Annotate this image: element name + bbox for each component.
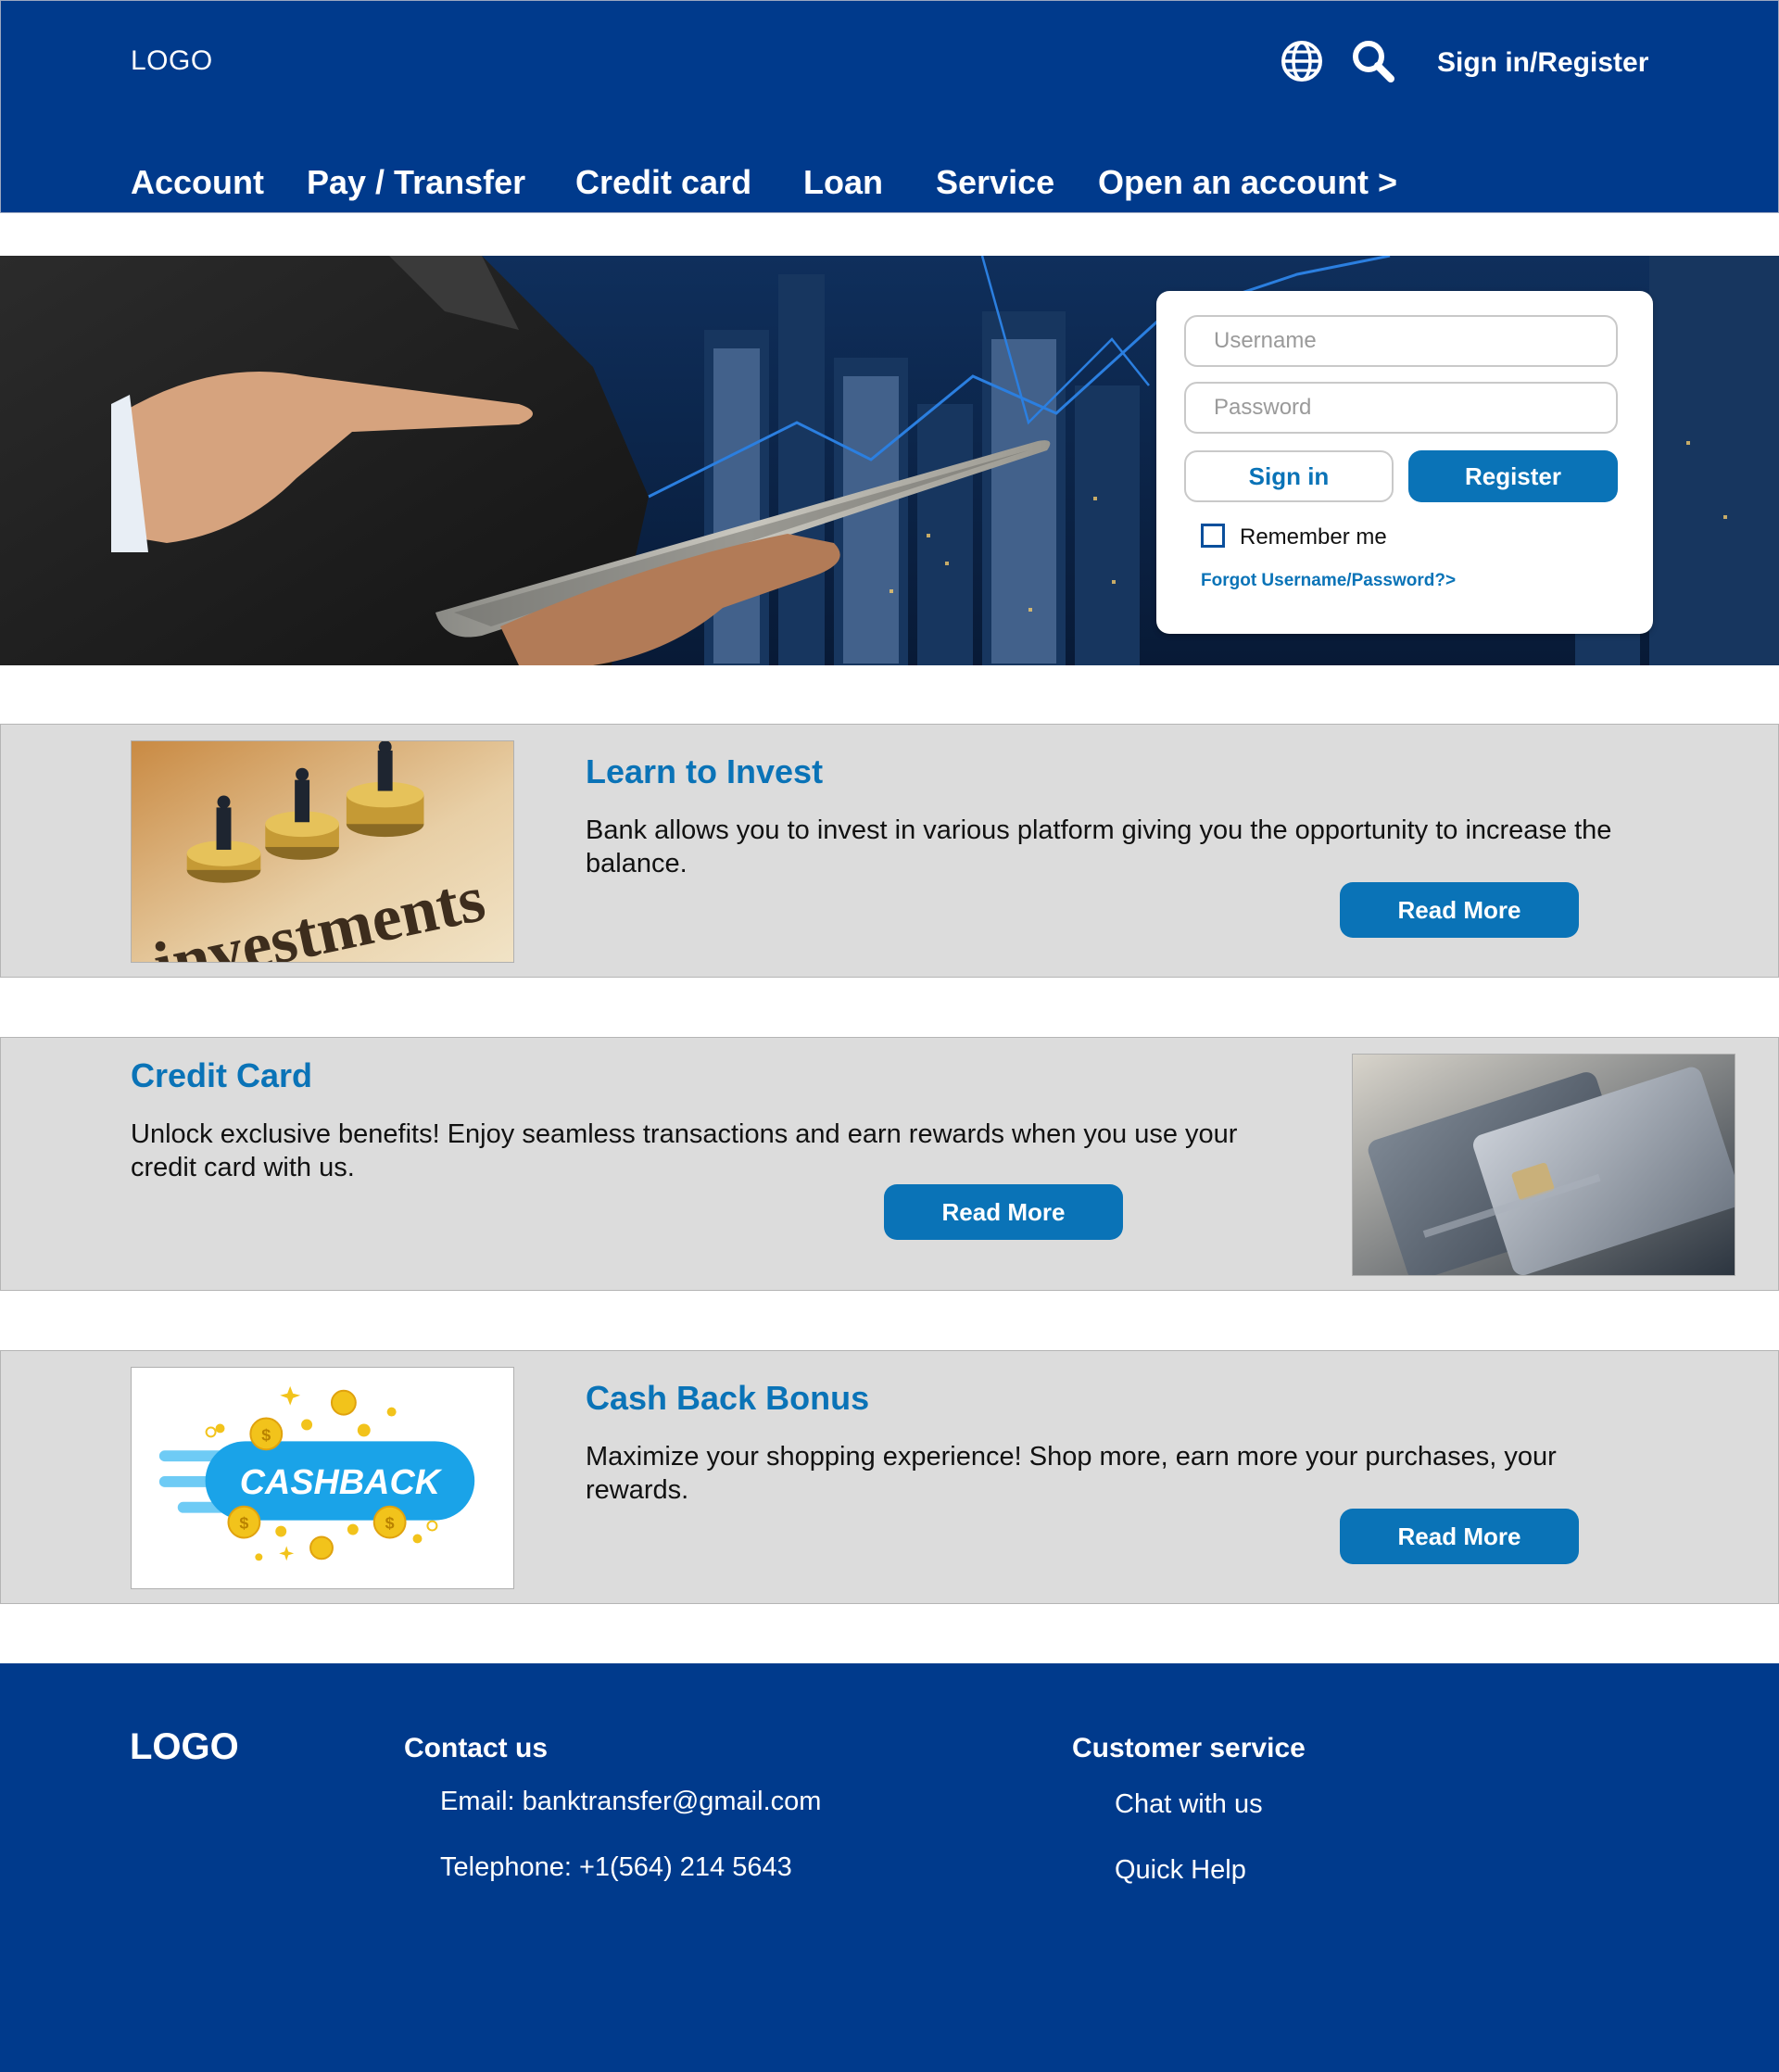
nav-item-account[interactable]: Account xyxy=(131,163,264,202)
promo-title: Cash Back Bonus xyxy=(586,1379,870,1417)
nav-item-open-account[interactable]: Open an account > xyxy=(1098,163,1397,202)
login-card: Sign in Register Remember me Forgot User… xyxy=(1156,291,1653,634)
promo-learn-to-invest: investments Learn to Invest Bank allows … xyxy=(0,724,1779,978)
nav-item-service[interactable]: Service xyxy=(936,163,1054,202)
forgot-credentials-link[interactable]: Forgot Username/Password?> xyxy=(1201,571,1456,591)
site-header: LOGO Sign in/Register Account Pay / Tran… xyxy=(0,0,1779,213)
read-more-button[interactable]: Read More xyxy=(884,1184,1123,1240)
promo-cash-back-bonus: CASHBACK $ $ $ Cash Back Bonus Maximize … xyxy=(0,1350,1779,1604)
promo-credit-card: Credit Card Unlock exclusive benefits! E… xyxy=(0,1037,1779,1291)
globe-icon[interactable] xyxy=(1281,40,1323,82)
nav-item-pay-transfer[interactable]: Pay / Transfer xyxy=(307,163,525,202)
header-logo[interactable]: LOGO xyxy=(131,45,213,77)
promo-title: Credit Card xyxy=(131,1056,313,1094)
read-more-button[interactable]: Read More xyxy=(1340,882,1579,938)
nav-item-credit-card[interactable]: Credit card xyxy=(575,163,751,202)
read-more-button[interactable]: Read More xyxy=(1340,1509,1579,1564)
site-footer: LOGO Contact us Email: banktransfer@gmai… xyxy=(0,1663,1779,2072)
password-field[interactable] xyxy=(1184,382,1618,434)
cashback-wordmark: CASHBACK xyxy=(240,1462,443,1501)
contact-email: Email: banktransfer@gmail.com xyxy=(440,1787,822,1816)
nav-item-loan[interactable]: Loan xyxy=(803,163,883,202)
promo-description: Bank allows you to invest in various pla… xyxy=(586,815,1612,878)
promo-description: Unlock exclusive benefits! Enjoy seamles… xyxy=(131,1119,1238,1182)
svg-text:$: $ xyxy=(385,1514,395,1533)
remember-me-label: Remember me xyxy=(1240,524,1387,550)
quick-help-link[interactable]: Quick Help xyxy=(1115,1855,1246,1886)
contact-heading: Contact us xyxy=(404,1733,549,1763)
footer-logo[interactable]: LOGO xyxy=(130,1726,239,1768)
credit-cards-image xyxy=(1352,1054,1735,1276)
remember-me-checkbox[interactable] xyxy=(1201,524,1225,548)
search-icon[interactable] xyxy=(1350,38,1396,84)
sign-in-register-link[interactable]: Sign in/Register xyxy=(1437,47,1648,79)
register-button[interactable]: Register xyxy=(1408,450,1618,502)
contact-phone: Telephone: +1(564) 214 5643 xyxy=(440,1852,792,1882)
svg-text:$: $ xyxy=(239,1514,248,1533)
investments-image: investments xyxy=(131,740,514,963)
svg-text:$: $ xyxy=(261,1425,271,1444)
promo-description: Maximize your shopping experience! Shop … xyxy=(586,1442,1557,1505)
cashback-image: CASHBACK $ $ $ xyxy=(131,1367,514,1589)
chat-with-us-link[interactable]: Chat with us xyxy=(1115,1789,1263,1820)
username-field[interactable] xyxy=(1184,315,1618,367)
sign-in-button[interactable]: Sign in xyxy=(1184,450,1394,502)
promo-title: Learn to Invest xyxy=(586,752,824,790)
customer-service-heading: Customer service xyxy=(1072,1733,1306,1763)
